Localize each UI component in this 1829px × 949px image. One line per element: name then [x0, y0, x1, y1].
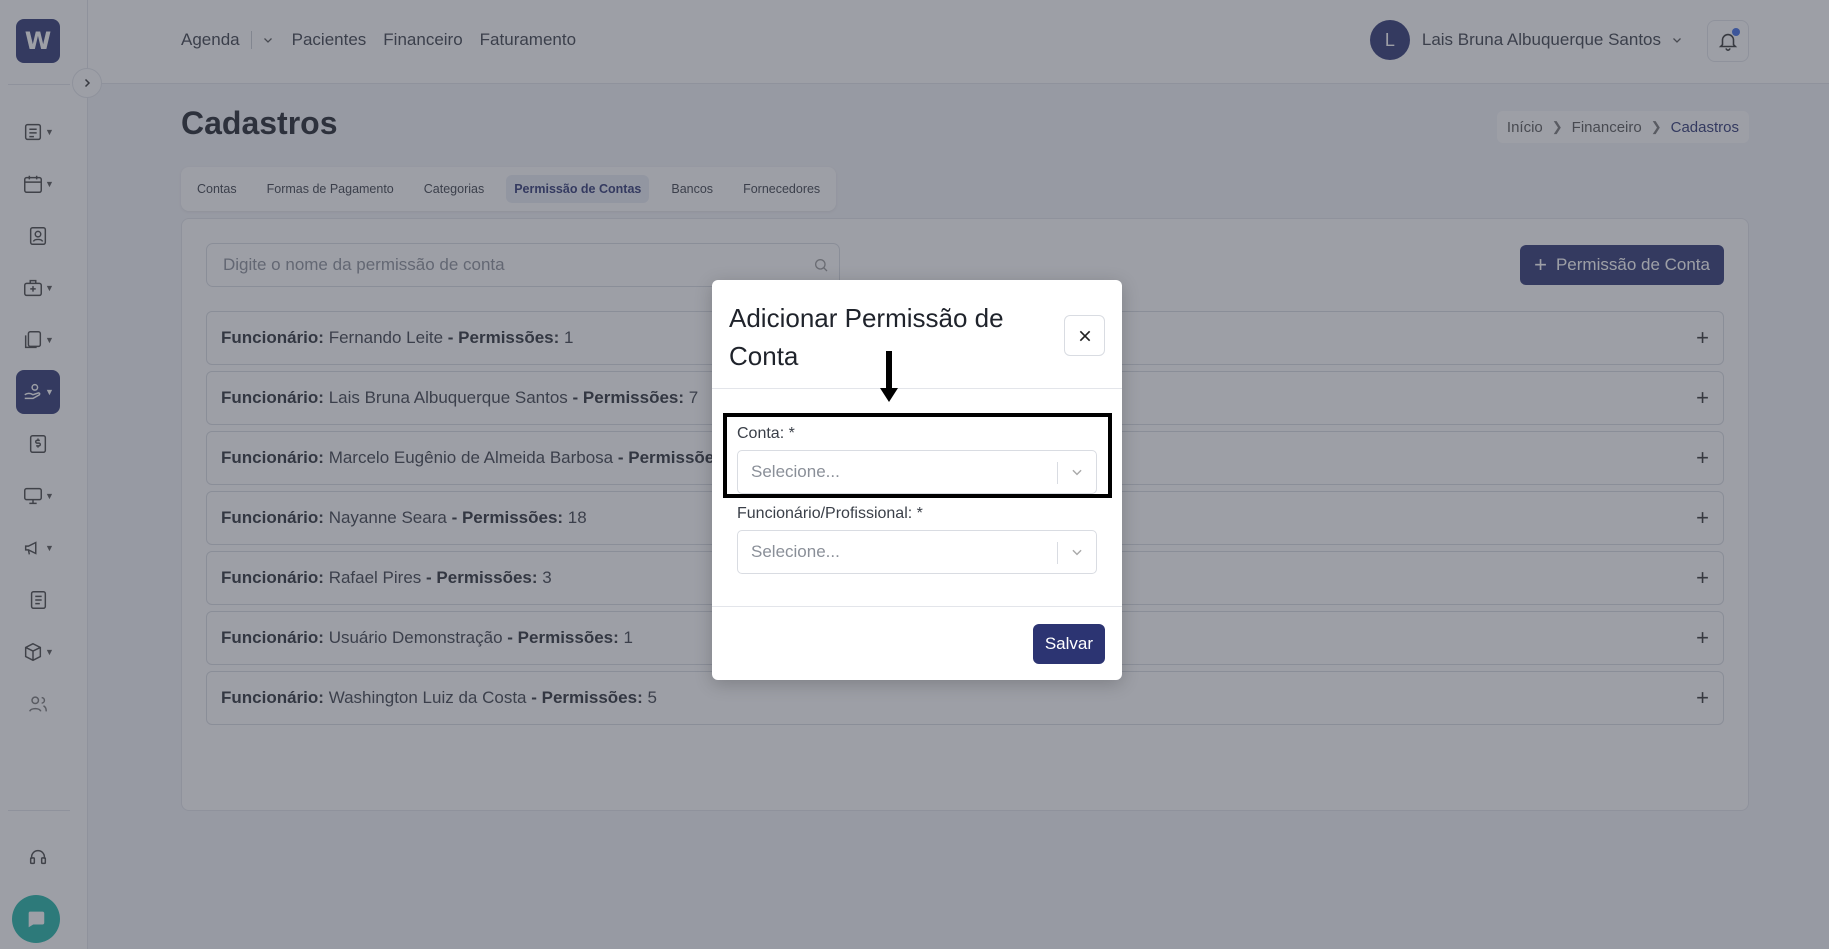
funcionario-placeholder: Selecione...: [751, 542, 840, 561]
modal-divider: [712, 606, 1122, 607]
modal-divider: [712, 388, 1122, 389]
chevron-down-icon: [1072, 469, 1082, 476]
save-button[interactable]: Salvar: [1032, 624, 1105, 664]
chevron-down-icon: [1072, 549, 1082, 556]
funcionario-label: Funcionário/Profissional: *: [737, 505, 923, 522]
close-icon: [1079, 330, 1090, 341]
add-permission-modal: Adicionar Permissão de Conta Conta: * Se…: [712, 280, 1122, 680]
close-button[interactable]: [1064, 315, 1105, 356]
conta-label: Conta: *: [737, 425, 795, 442]
conta-select[interactable]: Selecione...: [737, 450, 1097, 494]
select-separator: [1057, 542, 1058, 564]
conta-placeholder: Selecione...: [751, 462, 840, 481]
annotation-arrow-head: [880, 388, 898, 402]
funcionario-select[interactable]: Selecione...: [737, 530, 1097, 574]
select-separator: [1057, 462, 1058, 484]
annotation-arrow: [886, 351, 892, 391]
